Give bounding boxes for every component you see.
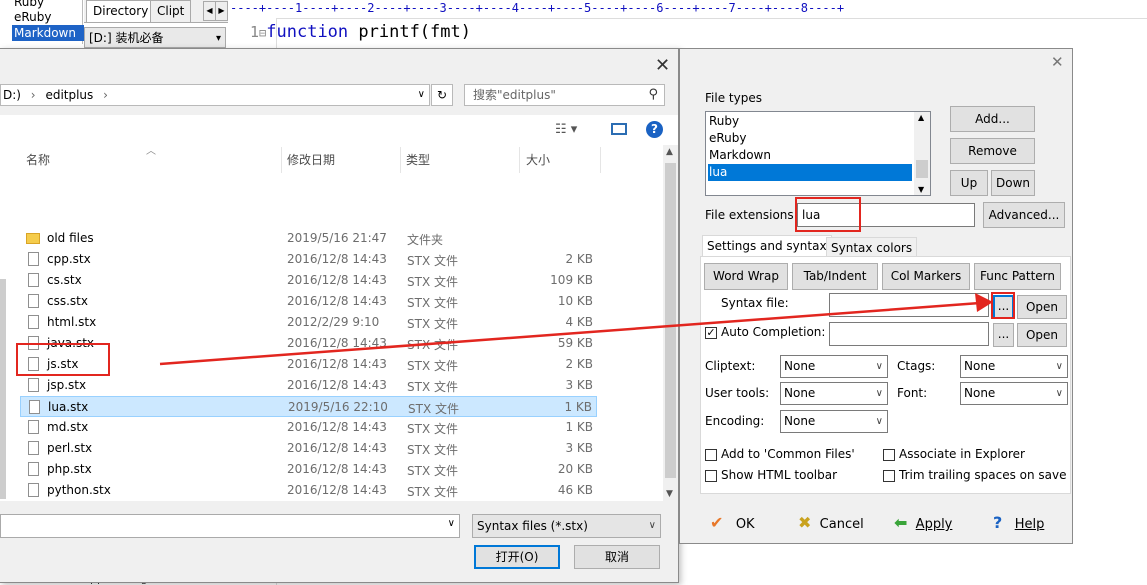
annotation-arrow [159, 293, 993, 366]
annotation-arrow-head [975, 293, 993, 312]
annotation-arrow-line [159, 301, 981, 366]
